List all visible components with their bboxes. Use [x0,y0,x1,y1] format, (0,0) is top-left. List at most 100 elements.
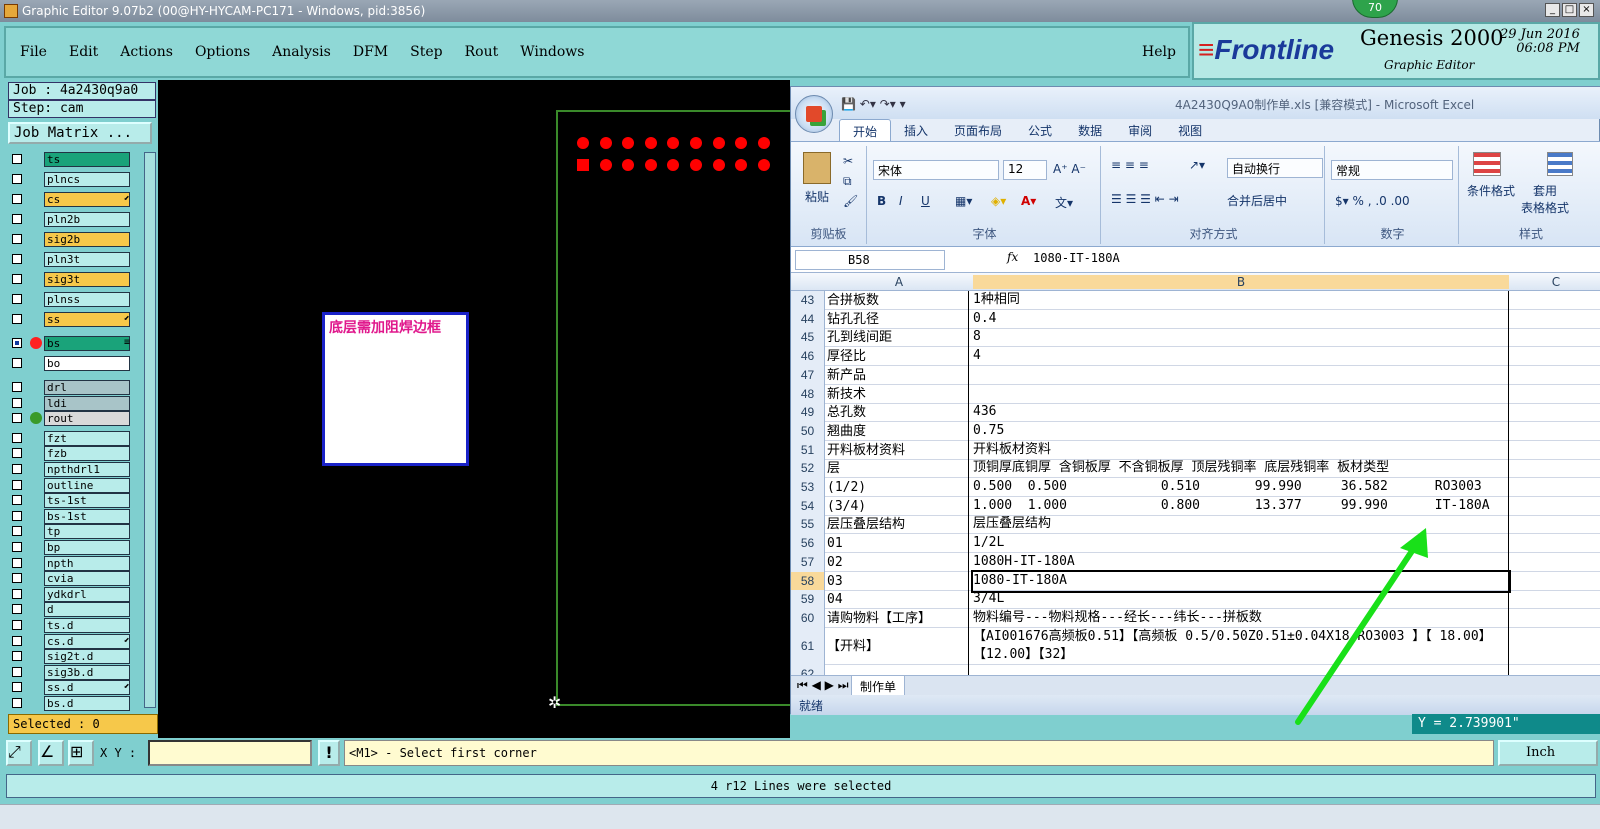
paste-button[interactable]: 粘贴 [805,188,829,205]
job-matrix-button[interactable]: Job Matrix ... [8,122,152,144]
layer-checkbox[interactable] [12,174,22,184]
cell-a[interactable]: 总孔数 [827,403,969,423]
cell-a[interactable]: 层压叠层结构 [827,515,969,535]
layer-name[interactable]: d [44,602,130,618]
copy-icon[interactable]: ⧉ [843,174,852,189]
layer-checkbox[interactable] [12,194,22,204]
border-icon[interactable]: ▦▾ [955,194,972,208]
layer-checkbox[interactable] [12,526,22,537]
font-name-select[interactable]: 宋体 [873,160,999,180]
layer-checkbox[interactable] [12,214,22,224]
layer-name[interactable]: bp [44,540,130,555]
maximize-button[interactable]: □ [1562,3,1577,17]
layer-name[interactable]: cs [44,192,130,207]
layer-row[interactable]: bs-1st [8,508,132,524]
menu-analysis[interactable]: Analysis [272,44,331,60]
layer-row[interactable]: ss.d ⬋ [8,680,132,696]
layer-checkbox[interactable] [12,479,22,490]
wrap-text-button[interactable]: 自动换行 [1227,158,1323,178]
layer-checkbox[interactable] [12,464,22,474]
layer-checkbox[interactable] [12,382,22,392]
layer-row[interactable]: pln3t [8,252,132,267]
layer-row[interactable]: sig2b [8,232,132,247]
row-number[interactable]: 53 [791,478,825,497]
layer-checkbox[interactable] [12,557,22,568]
orientation-icon[interactable]: ↗▾ [1189,158,1205,172]
layer-row[interactable]: bp [8,540,132,555]
conditional-format-icon[interactable] [1473,152,1501,176]
font-size-select[interactable]: 12 [1003,160,1047,180]
row-number[interactable]: 51 [791,440,825,460]
layer-row[interactable]: cvia [8,571,132,587]
layer-row[interactable]: sig2t.d [8,649,132,665]
fill-color-icon[interactable]: ◈▾ [991,194,1006,208]
layer-checkbox[interactable] [12,314,22,324]
grow-font-icon[interactable]: A⁺ A⁻ [1053,162,1086,176]
layer-name[interactable]: bs [44,336,130,351]
paste-icon[interactable] [803,152,831,184]
layer-name[interactable]: fzb [44,446,130,462]
cell-a[interactable]: (1/2) [827,478,969,497]
cell-b[interactable]: 0.500 0.500 0.510 99.990 36.582 RO3003 [973,478,1509,497]
layer-row[interactable]: sig3b.d [8,664,132,680]
row-number[interactable]: 58 [791,571,825,591]
conditional-format-button[interactable]: 条件格式 [1467,182,1515,199]
layer-name[interactable]: pln3t [44,252,130,267]
layer-name[interactable]: outline [44,477,130,493]
layer-row[interactable]: cs.d ⬋ [8,633,132,649]
row-number[interactable]: 54 [791,496,825,516]
cell-a[interactable]: 01 [827,534,969,554]
layer-name[interactable]: ts [44,152,130,167]
cell-a[interactable] [827,664,969,675]
row-number[interactable]: 44 [791,309,825,329]
xy-input[interactable] [148,740,312,766]
layer-name[interactable]: ts.d [44,618,130,633]
row-number[interactable]: 48 [791,384,825,404]
cut-icon[interactable]: ✂ [843,154,853,168]
layer-row[interactable]: d [8,602,132,618]
layer-row[interactable]: npthdrl1 [8,462,132,477]
layer-row[interactable]: plnss [8,292,132,307]
layer-row[interactable]: sig3t [8,272,132,287]
cell-a[interactable]: 孔到线间距 [827,328,969,348]
layer-checkbox[interactable] [12,698,22,708]
row-number[interactable]: 59 [791,590,825,610]
italic-icon[interactable]: I [899,194,903,208]
cell-a[interactable]: 层 [827,459,969,479]
cell-b[interactable]: 8 [973,328,1509,348]
office-button[interactable] [795,95,833,133]
layer-name[interactable]: sig3b.d [44,664,130,680]
layer-row[interactable]: npth [8,555,132,571]
format-painter-icon[interactable]: 🖌 [843,194,858,208]
cell-b[interactable]: 开料板材资料 [973,440,1509,460]
layer-row[interactable]: ts.d [8,618,132,633]
layer-checkbox[interactable] [12,154,22,164]
cell-b[interactable]: 0.4 [973,309,1509,329]
tab-view[interactable]: 视图 [1165,119,1215,141]
layer-name[interactable]: sig2b [44,232,130,247]
layer-checkbox[interactable] [12,294,22,304]
redo-icon[interactable]: ↷▾ [880,97,896,111]
info-button[interactable]: ! [318,740,340,766]
layer-name[interactable]: ydkdrl [44,586,130,602]
merge-center-button[interactable]: 合并后居中 [1227,192,1287,209]
tab-insert[interactable]: 插入 [891,119,941,141]
row-number[interactable]: 50 [791,421,825,441]
cell-a[interactable]: 开料板材资料 [827,440,969,460]
cell-a[interactable]: 新技术 [827,384,969,404]
row-number[interactable]: 49 [791,403,825,423]
layer-row[interactable]: plncs [8,172,132,187]
row-number[interactable]: 45 [791,328,825,348]
row-number[interactable]: 56 [791,534,825,554]
name-box[interactable]: B58 [795,250,945,270]
cell-a[interactable]: 03 [827,571,969,591]
layer-checkbox[interactable] [12,682,22,693]
bold-icon[interactable]: B [877,194,886,208]
cell-a[interactable]: 钻孔孔径 [827,309,969,329]
row-number[interactable]: 52 [791,459,825,479]
layer-checkbox[interactable] [12,588,22,599]
layer-checkbox[interactable] [12,495,22,506]
layer-name[interactable]: npthdrl1 [44,462,130,477]
layer-checkbox[interactable] [12,604,22,615]
undo-icon[interactable]: ↶▾ [860,97,876,111]
